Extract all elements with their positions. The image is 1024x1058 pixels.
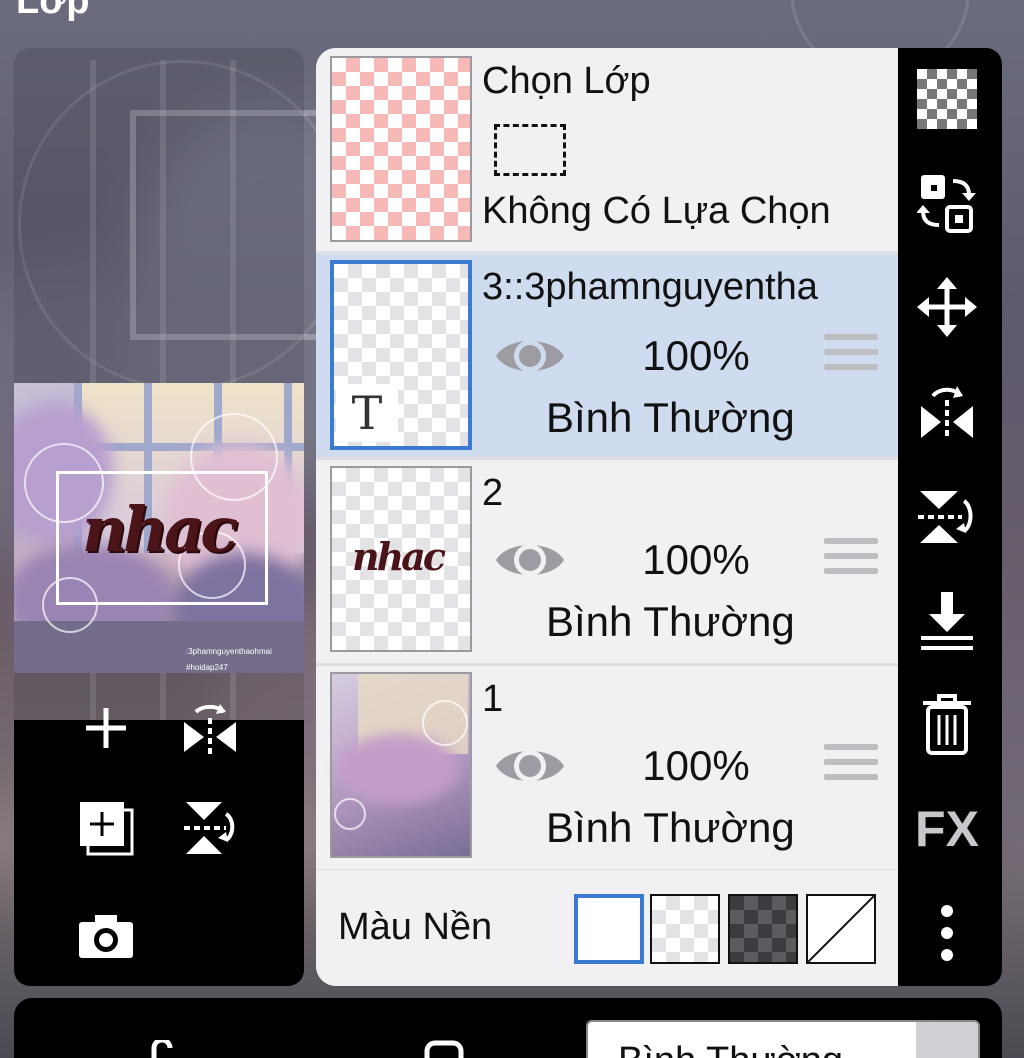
right-sidebar: FX — [898, 48, 1002, 986]
trash-icon[interactable] — [914, 692, 980, 758]
layer-thumbnail-text: nhac — [352, 534, 446, 579]
blend-mode-value: Bình Thường — [618, 1040, 843, 1058]
blend-mode-select[interactable]: Bình Thường — [586, 1020, 980, 1058]
layer-row[interactable]: T 3::3phamnguyentha 100% Bình Thường — [316, 254, 898, 460]
layer-opacity: 100% — [642, 536, 750, 583]
eye-icon[interactable] — [494, 740, 566, 796]
swap-layers-icon[interactable] — [914, 170, 980, 236]
layer-opacity: 100% — [642, 742, 750, 789]
layer-name: 1 — [482, 678, 504, 720]
selection-layer-row[interactable]: Chọn Lớp Không Có Lựa Chọn — [316, 48, 898, 254]
layer-row[interactable]: 1 100% Bình Thường — [316, 666, 898, 872]
background-transparent-light-swatch[interactable] — [650, 894, 720, 964]
lock-alpha-icon[interactable] — [150, 1037, 186, 1058]
flip-vertical-icon[interactable] — [180, 798, 240, 858]
selection-marquee-icon — [494, 124, 566, 176]
add-icon[interactable] — [76, 698, 136, 758]
preview-caption: :3phamnguyenthaohmai — [186, 647, 272, 656]
background-white-swatch[interactable] — [574, 894, 644, 964]
flip-horizontal-icon[interactable] — [914, 378, 980, 444]
layer-thumbnail: T — [330, 260, 472, 450]
preview-text: nhac — [82, 493, 238, 566]
camera-icon[interactable] — [76, 906, 136, 966]
eye-icon[interactable] — [494, 330, 566, 386]
drag-handle-icon[interactable] — [824, 334, 878, 379]
chevron-down-icon — [916, 1022, 978, 1058]
page-title: Lớp — [16, 0, 90, 22]
background-transparent-dark-swatch[interactable] — [728, 894, 798, 964]
drag-handle-icon[interactable] — [824, 744, 878, 789]
more-icon[interactable] — [914, 900, 980, 966]
checker-icon[interactable] — [914, 66, 980, 132]
canvas-preview: nhac :3phamnguyenthaohmai #hoidap247 — [14, 383, 304, 673]
layer-thumbnail: nhac — [330, 466, 472, 652]
layer-row[interactable]: nhac 2 100% Bình Thường — [316, 460, 898, 666]
eye-icon[interactable] — [494, 534, 566, 590]
background-color-row: Màu Nền — [316, 870, 898, 986]
layer-blend-mode: Bình Thường — [546, 804, 795, 851]
flip-vertical-icon[interactable] — [914, 484, 980, 550]
layers-panel: Chọn Lớp Không Có Lựa Chọn T 3::3phamngu… — [316, 48, 926, 986]
layer-blend-mode: Bình Thường — [546, 598, 795, 645]
text-layer-badge: T — [336, 384, 398, 442]
move-icon[interactable] — [914, 274, 980, 340]
fx-icon[interactable]: FX — [914, 796, 980, 862]
preview-hashtag: #hoidap247 — [186, 663, 228, 672]
left-tools-area — [14, 720, 304, 986]
drag-handle-icon[interactable] — [824, 538, 878, 583]
selection-thumbnail — [330, 56, 472, 242]
layer-thumbnail — [330, 672, 472, 858]
selection-status: Không Có Lựa Chọn — [482, 190, 831, 232]
merge-down-icon[interactable] — [914, 588, 980, 654]
background-color-label: Màu Nền — [338, 906, 493, 948]
layer-blend-mode: Bình Thường — [546, 394, 795, 441]
selection-title: Chọn Lớp — [482, 60, 651, 102]
layer-opacity: 100% — [642, 332, 750, 379]
add-layer-icon[interactable] — [76, 798, 136, 858]
clipping-icon[interactable] — [424, 1040, 464, 1058]
layer-name: 2 — [482, 472, 504, 514]
layer-name: 3::3phamnguyentha — [482, 266, 818, 308]
background-none-swatch[interactable] — [806, 894, 876, 964]
flip-horizontal-icon[interactable] — [180, 698, 240, 758]
